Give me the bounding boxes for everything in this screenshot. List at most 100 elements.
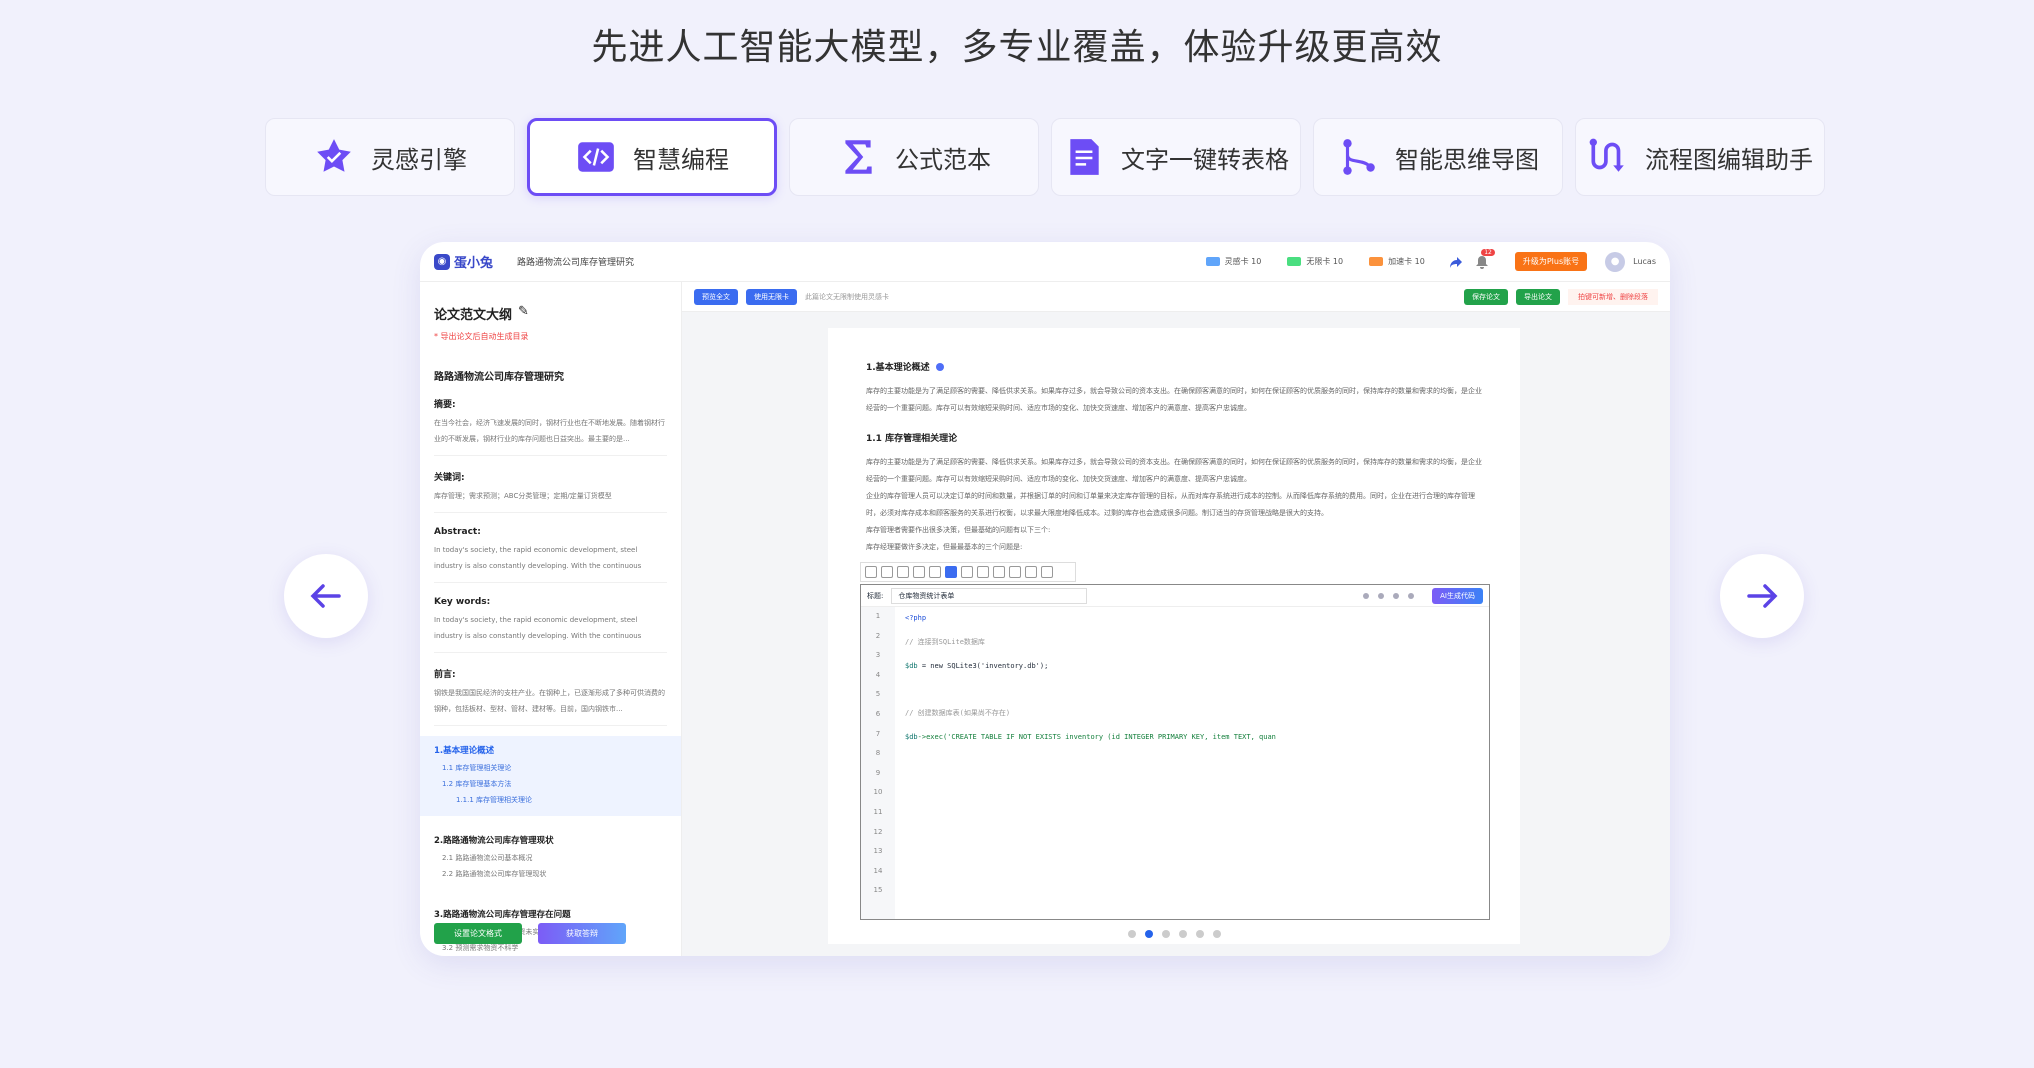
edit-icon[interactable]: ✎ — [518, 304, 529, 323]
upgrade-button[interactable]: 升级为Plus账号 — [1514, 252, 1588, 271]
line-number: 14 — [873, 866, 883, 875]
line-number: 5 — [875, 690, 881, 699]
doc-paragraph[interactable]: 库存管理者需要作出很多决策，但最基础的问题有以下三个: — [866, 522, 1482, 539]
line-number: 1 — [875, 612, 881, 620]
save-button[interactable]: 保存论文 — [1464, 288, 1508, 305]
code-token: $db — [905, 661, 918, 670]
tool-icon[interactable] — [865, 566, 877, 578]
tab-mindmap[interactable]: 智能思维导图 — [1313, 118, 1563, 196]
outline-note: * 导出论文后自动生成目录 — [434, 332, 529, 341]
editor-toolbar — [860, 562, 1076, 582]
dot-active[interactable] — [1144, 930, 1153, 938]
tool-icon[interactable] — [913, 566, 925, 578]
tab-coding[interactable]: 智慧编程 — [527, 118, 777, 196]
tab-formula[interactable]: 公式范本 — [789, 118, 1039, 196]
app-topbar: ◉ 蛋小兔 路路通物流公司库存管理研究 灵感卡 10 无限卡 10 加速卡 10 … — [420, 242, 1670, 282]
dot[interactable] — [1178, 930, 1187, 938]
toc-title: 3.路路通物流公司库存管理存在问题 — [434, 910, 571, 920]
tab-text-to-table[interactable]: 文字一键转表格 — [1051, 118, 1301, 196]
counter-label: 无限卡 10 — [1306, 257, 1344, 266]
line-number: 6 — [875, 709, 881, 718]
tool-icon[interactable] — [993, 566, 1005, 578]
share-icon[interactable] — [1449, 255, 1463, 269]
action-icon[interactable] — [1408, 592, 1415, 599]
card-counters: 灵感卡 10 无限卡 10 加速卡 10 — [1205, 256, 1425, 267]
doc-paragraph[interactable]: 库存经理要做许多决定，但最最基本的三个问题是: — [866, 539, 1482, 556]
card-icon — [1205, 257, 1220, 266]
tool-icon[interactable] — [897, 566, 909, 578]
code-token: $db — [905, 732, 918, 741]
tool-icon[interactable] — [881, 566, 893, 578]
outline-sidebar: 论文范文大纲 ✎ * 导出论文后自动生成目录 路路通物流公司库存管理研究 摘要: 在… — [420, 282, 682, 956]
outline-title-text: 论文范文大纲 — [434, 308, 513, 323]
unlimited-card-counter[interactable]: 无限卡 10 — [1287, 256, 1343, 267]
tab-label: 智慧编程 — [633, 145, 729, 174]
doc-heading-2: 1.1 库存管理相关理论 — [866, 434, 958, 444]
dot[interactable] — [1127, 930, 1136, 938]
toc-item[interactable]: 1.1.1 库存管理相关理论 — [434, 792, 667, 808]
code-title-input[interactable]: 仓库物资统计表单 — [891, 587, 1088, 604]
dot[interactable] — [1161, 930, 1170, 938]
code-line: <?php — [905, 614, 927, 622]
line-number: 10 — [873, 788, 883, 797]
tool-icon[interactable] — [961, 566, 973, 578]
star-badge-icon — [317, 139, 351, 172]
notification-badge: 12 — [1481, 248, 1495, 256]
toc-item[interactable]: 2.2 路路通物流公司库存管理现状 — [434, 866, 667, 882]
preview-button[interactable]: 预览全文 — [694, 288, 738, 305]
section-keywords-en[interactable]: Key words: In today's society, the rapid … — [434, 597, 667, 653]
section-abstract-en[interactable]: Abstract: In today's society, the rapid e… — [434, 527, 667, 583]
toc-chapter-1[interactable]: 1.基本理论概述 1.1 库存管理相关理论 1.2 库存管理基本方法 1.1.1… — [420, 736, 681, 816]
action-icon[interactable] — [1378, 592, 1385, 599]
code-lines[interactable]: <?php // 连接到SQLite数据库 $db = new SQLite3(… — [905, 607, 1489, 750]
next-arrow-button[interactable] — [1720, 554, 1804, 638]
trash-icon[interactable] — [1041, 566, 1053, 578]
arrow-left-icon — [310, 584, 341, 608]
section-abstract-cn[interactable]: 摘要: 在当今社会，经济飞速发展的同时，钢材行业也在不断地发展。随着钢材行业的不断… — [434, 397, 667, 456]
defense-button[interactable]: 获取答辩 — [538, 923, 626, 944]
tool-icon[interactable] — [977, 566, 989, 578]
toc-item[interactable]: 1.1 库存管理相关理论 — [434, 760, 667, 776]
dot[interactable] — [1212, 930, 1221, 938]
tool-icon[interactable] — [1025, 566, 1037, 578]
line-number: 2 — [875, 631, 881, 640]
code-token: = new SQLite3('inventory.db'); — [917, 661, 1049, 670]
tab-flowchart[interactable]: 流程图编辑助手 — [1575, 118, 1825, 196]
counter-label: 灵感卡 10 — [1224, 257, 1262, 266]
tool-icon[interactable] — [929, 566, 941, 578]
line-number: 7 — [875, 729, 881, 738]
user-menu[interactable]: ● Lucas — [1605, 251, 1656, 272]
line-number: 3 — [875, 651, 881, 660]
doc-paragraph[interactable]: 库存的主要功能是为了满足顾客的需要、降低供求关系。如果库存过多，就会导致公司的资… — [866, 454, 1482, 488]
dot[interactable] — [1195, 930, 1204, 938]
info-dot-icon[interactable] — [935, 362, 944, 371]
tool-icon[interactable] — [1009, 566, 1021, 578]
mindmap-icon — [1343, 139, 1375, 175]
toc-item[interactable]: 2.1 路路通物流公司基本概况 — [434, 850, 667, 866]
format-button[interactable]: 设置论文格式 — [434, 923, 522, 944]
outline-title: 论文范文大纲 ✎ — [434, 304, 667, 323]
app-preview: ◉ 蛋小兔 路路通物流公司库存管理研究 灵感卡 10 无限卡 10 加速卡 10 … — [420, 242, 1670, 956]
doc-toolbar: 预览全文 使用无限卡 此篇论文无限制使用灵感卡 保存论文 导出论文 拍键可新增、… — [682, 282, 1670, 312]
action-icon[interactable] — [1393, 592, 1400, 599]
code-tool-icon[interactable] — [945, 566, 957, 578]
doc-paragraph[interactable]: 企业的库存管理人员可以决定订单的时间和数量，并根据订单的时间和订单量来决定库存管… — [866, 488, 1482, 522]
unlimited-card-button[interactable]: 使用无限卡 — [746, 288, 797, 305]
prev-arrow-button[interactable] — [284, 554, 368, 638]
sidebar-actions: 设置论文格式 获取答辩 — [434, 923, 626, 944]
section-keywords-cn[interactable]: 关键词: 库存管理；需求预测；ABC分类管理；定期/定量订货模型 — [434, 470, 667, 513]
app-logo[interactable]: ◉ 蛋小兔 — [434, 252, 493, 271]
code-block-editor: 标题: 仓库物资统计表单 AI生成代码 1 2 3 4 5 6 7 8 9 10… — [860, 562, 1490, 920]
export-button[interactable]: 导出论文 — [1516, 288, 1560, 305]
speed-card-counter[interactable]: 加速卡 10 — [1369, 256, 1425, 267]
notification-bell[interactable]: 12 — [1475, 248, 1495, 269]
section-preface[interactable]: 前言: 钢铁是我国国民经济的支柱产业。在钢种上，已逐渐形成了多种可供消费的钢种，包… — [434, 667, 667, 726]
action-icon[interactable] — [1363, 592, 1370, 599]
inspiration-card-counter[interactable]: 灵感卡 10 — [1205, 256, 1262, 267]
ai-generate-code-button[interactable]: AI生成代码 — [1432, 587, 1483, 604]
doc-paragraph[interactable]: 库存的主要功能是为了满足顾客的需要、降低供求关系。如果库存过多，就会导致公司的资… — [866, 383, 1482, 417]
toc-chapter-2[interactable]: 2.路路通物流公司库存管理现状 2.1 路路通物流公司基本概况 2.2 路路通物… — [420, 826, 681, 890]
toc-item[interactable]: 1.2 库存管理基本方法 — [434, 776, 667, 792]
tab-inspiration[interactable]: 灵感引擎 — [265, 118, 515, 196]
